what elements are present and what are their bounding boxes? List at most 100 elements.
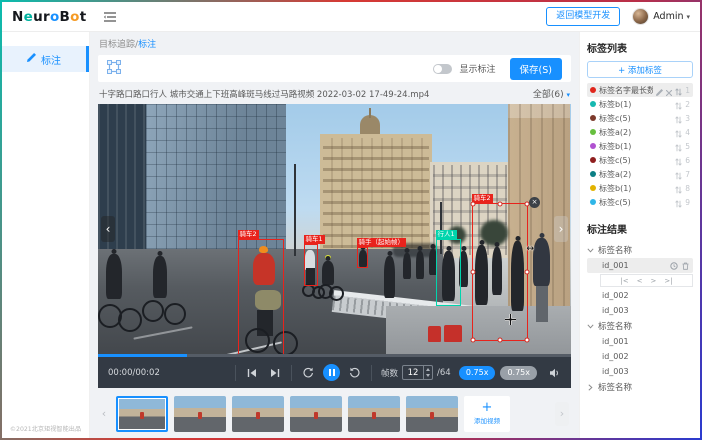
add-video-button[interactable]: + 添加视频	[464, 396, 510, 432]
back-to-model-dev-button[interactable]: 返回模型开发	[546, 7, 620, 26]
pager-next-icon[interactable]: >	[651, 277, 657, 285]
bbox-tool-icon[interactable]	[107, 59, 121, 78]
prev-frame-overlay-button[interactable]: ‹	[101, 216, 115, 242]
spinner-down-icon[interactable]	[424, 373, 432, 380]
bbox-pedestrian-1[interactable]: 行人1	[436, 239, 461, 306]
add-label-button[interactable]: + 添加标签	[587, 61, 693, 78]
show-annotation-toggle[interactable]	[433, 64, 452, 74]
header: NeuroBot 返回模型开发 Admin ▾	[2, 2, 700, 32]
history-icon[interactable]	[670, 262, 678, 270]
speed-pill-active[interactable]: 0.75x	[459, 366, 496, 380]
breadcrumb-parent[interactable]: 目标追踪	[99, 40, 135, 50]
label-name: 标签c(5)	[599, 113, 672, 124]
result-id: id_003	[602, 306, 629, 315]
resize-handle[interactable]	[525, 270, 530, 275]
result-item[interactable]: id_001	[587, 334, 693, 349]
pager-last-icon[interactable]: >|	[664, 277, 672, 285]
volume-icon[interactable]	[549, 368, 561, 378]
result-item[interactable]: id_002	[587, 288, 693, 303]
divider	[235, 365, 236, 381]
video-thumbnail[interactable]	[348, 396, 400, 432]
breadcrumb: 目标追踪/标注	[99, 37, 570, 50]
label-order: 2	[685, 100, 690, 109]
pause-button[interactable]	[323, 364, 340, 381]
scene-bus	[428, 326, 441, 342]
bbox-cyclist-1[interactable]: 骑车1	[304, 244, 318, 286]
thumbs-prev-icon[interactable]: ‹	[98, 407, 110, 420]
result-id: id_001	[602, 337, 629, 346]
save-button[interactable]: 保存(S)	[510, 58, 562, 80]
bbox-label: 行人1	[436, 230, 457, 239]
right-panel: 标签列表 + 添加标签 标签名字最长数... 1 标签b(1) 2 标签c(	[579, 32, 700, 438]
user-name[interactable]: Admin	[653, 11, 683, 22]
app-logo: NeuroBot	[2, 9, 90, 25]
resize-handle[interactable]	[498, 338, 503, 343]
next-frame-icon[interactable]	[268, 366, 282, 380]
rewind-icon[interactable]	[301, 366, 315, 380]
result-group-name: 标签名称	[598, 244, 632, 256]
resize-handle[interactable]	[471, 338, 476, 343]
label-name: 标签a(2)	[599, 127, 672, 138]
result-id: id_003	[602, 367, 629, 376]
video-thumbnail[interactable]	[174, 396, 226, 432]
result-group-name: 标签名称	[598, 320, 632, 332]
annotation-toolbar: 显示标注 保存(S)	[98, 55, 571, 82]
resize-handle[interactable]	[471, 270, 476, 275]
thumbs-next-icon[interactable]: ›	[555, 402, 569, 426]
avatar[interactable]	[632, 8, 649, 25]
video-frame-canvas[interactable]: 骑车2 骑车1 骑手（起始帧） 行人1 骑车2	[98, 104, 571, 354]
label-color-dot	[590, 185, 596, 191]
user-caret-icon[interactable]: ▾	[686, 13, 690, 21]
result-item[interactable]: id_002	[587, 349, 693, 364]
resize-handle[interactable]	[498, 202, 503, 207]
result-group[interactable]: 标签名称	[587, 318, 693, 334]
transport-group	[301, 364, 362, 381]
sidebar-item-annotation[interactable]: 标注	[2, 46, 89, 72]
person-silhouette	[384, 256, 395, 298]
scene-bus	[444, 325, 462, 342]
forward-icon[interactable]	[348, 366, 362, 380]
copyright: ©2021北京矩视智能出品	[4, 423, 87, 433]
frame-number-input-wrap	[402, 365, 433, 380]
label-name: 标签c(5)	[599, 155, 672, 166]
prev-frame-icon[interactable]	[245, 366, 259, 380]
result-item-selected[interactable]: id_001	[587, 258, 693, 273]
bike-wheel	[329, 286, 344, 301]
cyclist-silhouette	[322, 261, 334, 285]
bbox-selected[interactable]: 骑车2 × ↔	[472, 203, 528, 341]
pencil-icon	[27, 53, 36, 65]
result-group-collapsed[interactable]: 标签名称	[587, 379, 693, 395]
label-name: 标签c(5)	[599, 197, 672, 208]
pager-first-icon[interactable]: |<	[620, 277, 628, 285]
filter-dropdown[interactable]: 全部(6) ▾	[533, 87, 570, 100]
label-color-dot	[590, 129, 596, 135]
video-thumbnail[interactable]	[406, 396, 458, 432]
result-item[interactable]: id_003	[587, 303, 693, 318]
bike-wheel	[118, 308, 142, 332]
bbox-cyclist-2[interactable]: 骑车2	[238, 239, 284, 354]
result-item[interactable]: id_003	[587, 364, 693, 379]
chevron-down-icon	[587, 248, 594, 253]
next-frame-overlay-button[interactable]: ›	[554, 216, 568, 242]
label-order: 9	[685, 198, 690, 207]
label-item[interactable]: 标签c(5) 9	[587, 195, 693, 209]
bbox-rider-start-frame[interactable]: 骑手（起始帧）	[357, 247, 368, 268]
delete-box-icon[interactable]: ×	[529, 197, 540, 208]
result-group[interactable]: 标签名称	[587, 242, 693, 258]
video-thumbnail[interactable]	[290, 396, 342, 432]
pager-prev-icon[interactable]: <	[637, 277, 643, 285]
frame-number-input[interactable]	[403, 366, 423, 379]
scene-dome	[360, 115, 380, 135]
menu-fold-icon[interactable]	[104, 12, 116, 22]
video-thumbnail-selected[interactable]	[116, 396, 168, 432]
sidebar: 标注 ©2021北京矩视智能出品	[2, 32, 90, 438]
resize-handle[interactable]	[525, 338, 530, 343]
trash-icon[interactable]	[682, 262, 689, 270]
result-id: id_001	[602, 261, 629, 270]
resize-handle[interactable]	[471, 202, 476, 207]
add-video-label: 添加视频	[474, 415, 500, 425]
bbox-label: 骑车1	[304, 235, 325, 244]
speed-pill[interactable]: 0.75x	[500, 366, 537, 380]
sort-icon[interactable]	[675, 193, 682, 212]
video-thumbnail[interactable]	[232, 396, 284, 432]
